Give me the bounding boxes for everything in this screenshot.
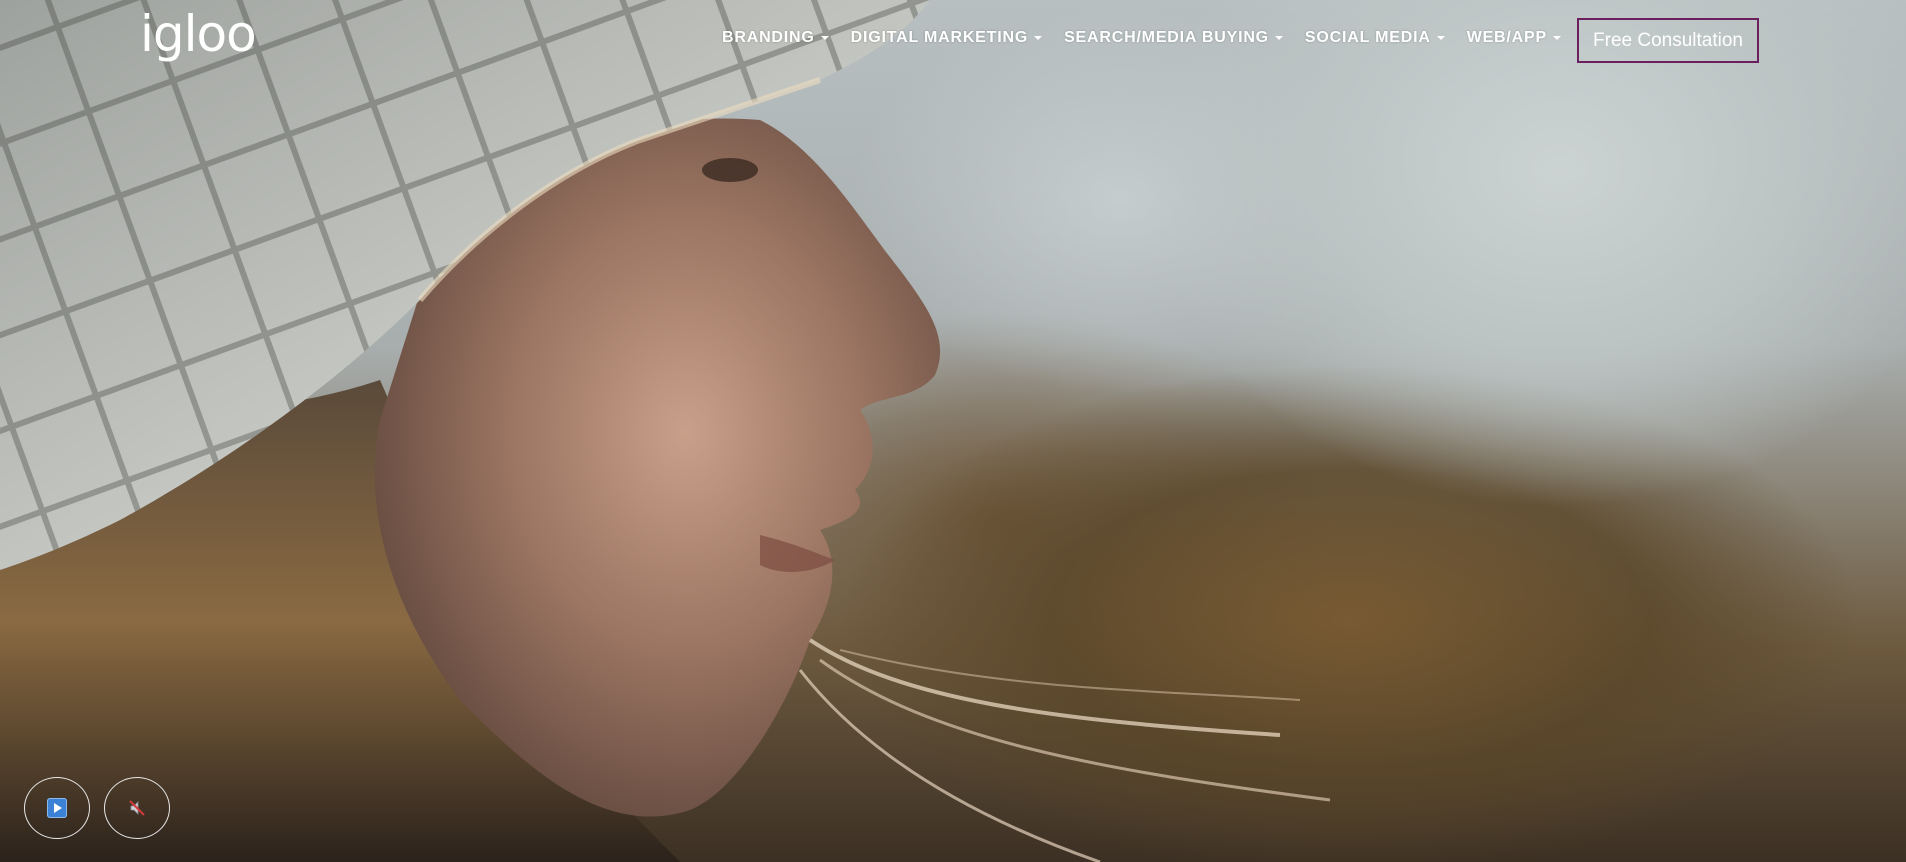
nav-item-web-app[interactable]: WEB/APP xyxy=(1467,29,1561,47)
caret-down-icon xyxy=(1552,36,1561,40)
nav-item-label: BRANDING xyxy=(722,29,815,46)
caret-down-icon xyxy=(1274,36,1283,40)
video-mute-button[interactable] xyxy=(104,777,170,839)
video-play-button[interactable] xyxy=(24,777,90,839)
top-navbar: igloo BRANDING DIGITAL MARKETING SEARCH/… xyxy=(0,0,1906,84)
main-nav: BRANDING DIGITAL MARKETING SEARCH/MEDIA … xyxy=(722,29,1561,47)
nav-item-label: WEB/APP xyxy=(1466,29,1547,46)
nav-item-social-media[interactable]: SOCIAL MEDIA xyxy=(1305,29,1445,47)
hero-photo xyxy=(0,0,1331,862)
play-icon xyxy=(47,798,67,818)
muted-speaker-icon xyxy=(128,799,146,817)
nav-item-digital-marketing[interactable]: DIGITAL MARKETING xyxy=(850,29,1043,47)
caret-down-icon xyxy=(820,36,829,40)
igloo-logo[interactable]: igloo xyxy=(140,4,257,64)
nav-item-label: SEARCH/MEDIA BUYING xyxy=(1064,29,1269,46)
nav-item-branding[interactable]: BRANDING xyxy=(722,29,829,47)
nav-item-label: SOCIAL MEDIA xyxy=(1304,29,1431,46)
free-consultation-button[interactable]: Free Consultation xyxy=(1577,18,1759,63)
nav-item-search-media-buying[interactable]: SEARCH/MEDIA BUYING xyxy=(1064,29,1283,47)
caret-down-icon xyxy=(1034,36,1043,40)
caret-down-icon xyxy=(1436,36,1445,40)
nav-item-label: DIGITAL MARKETING xyxy=(850,29,1029,46)
hero-video-background xyxy=(0,0,1906,862)
